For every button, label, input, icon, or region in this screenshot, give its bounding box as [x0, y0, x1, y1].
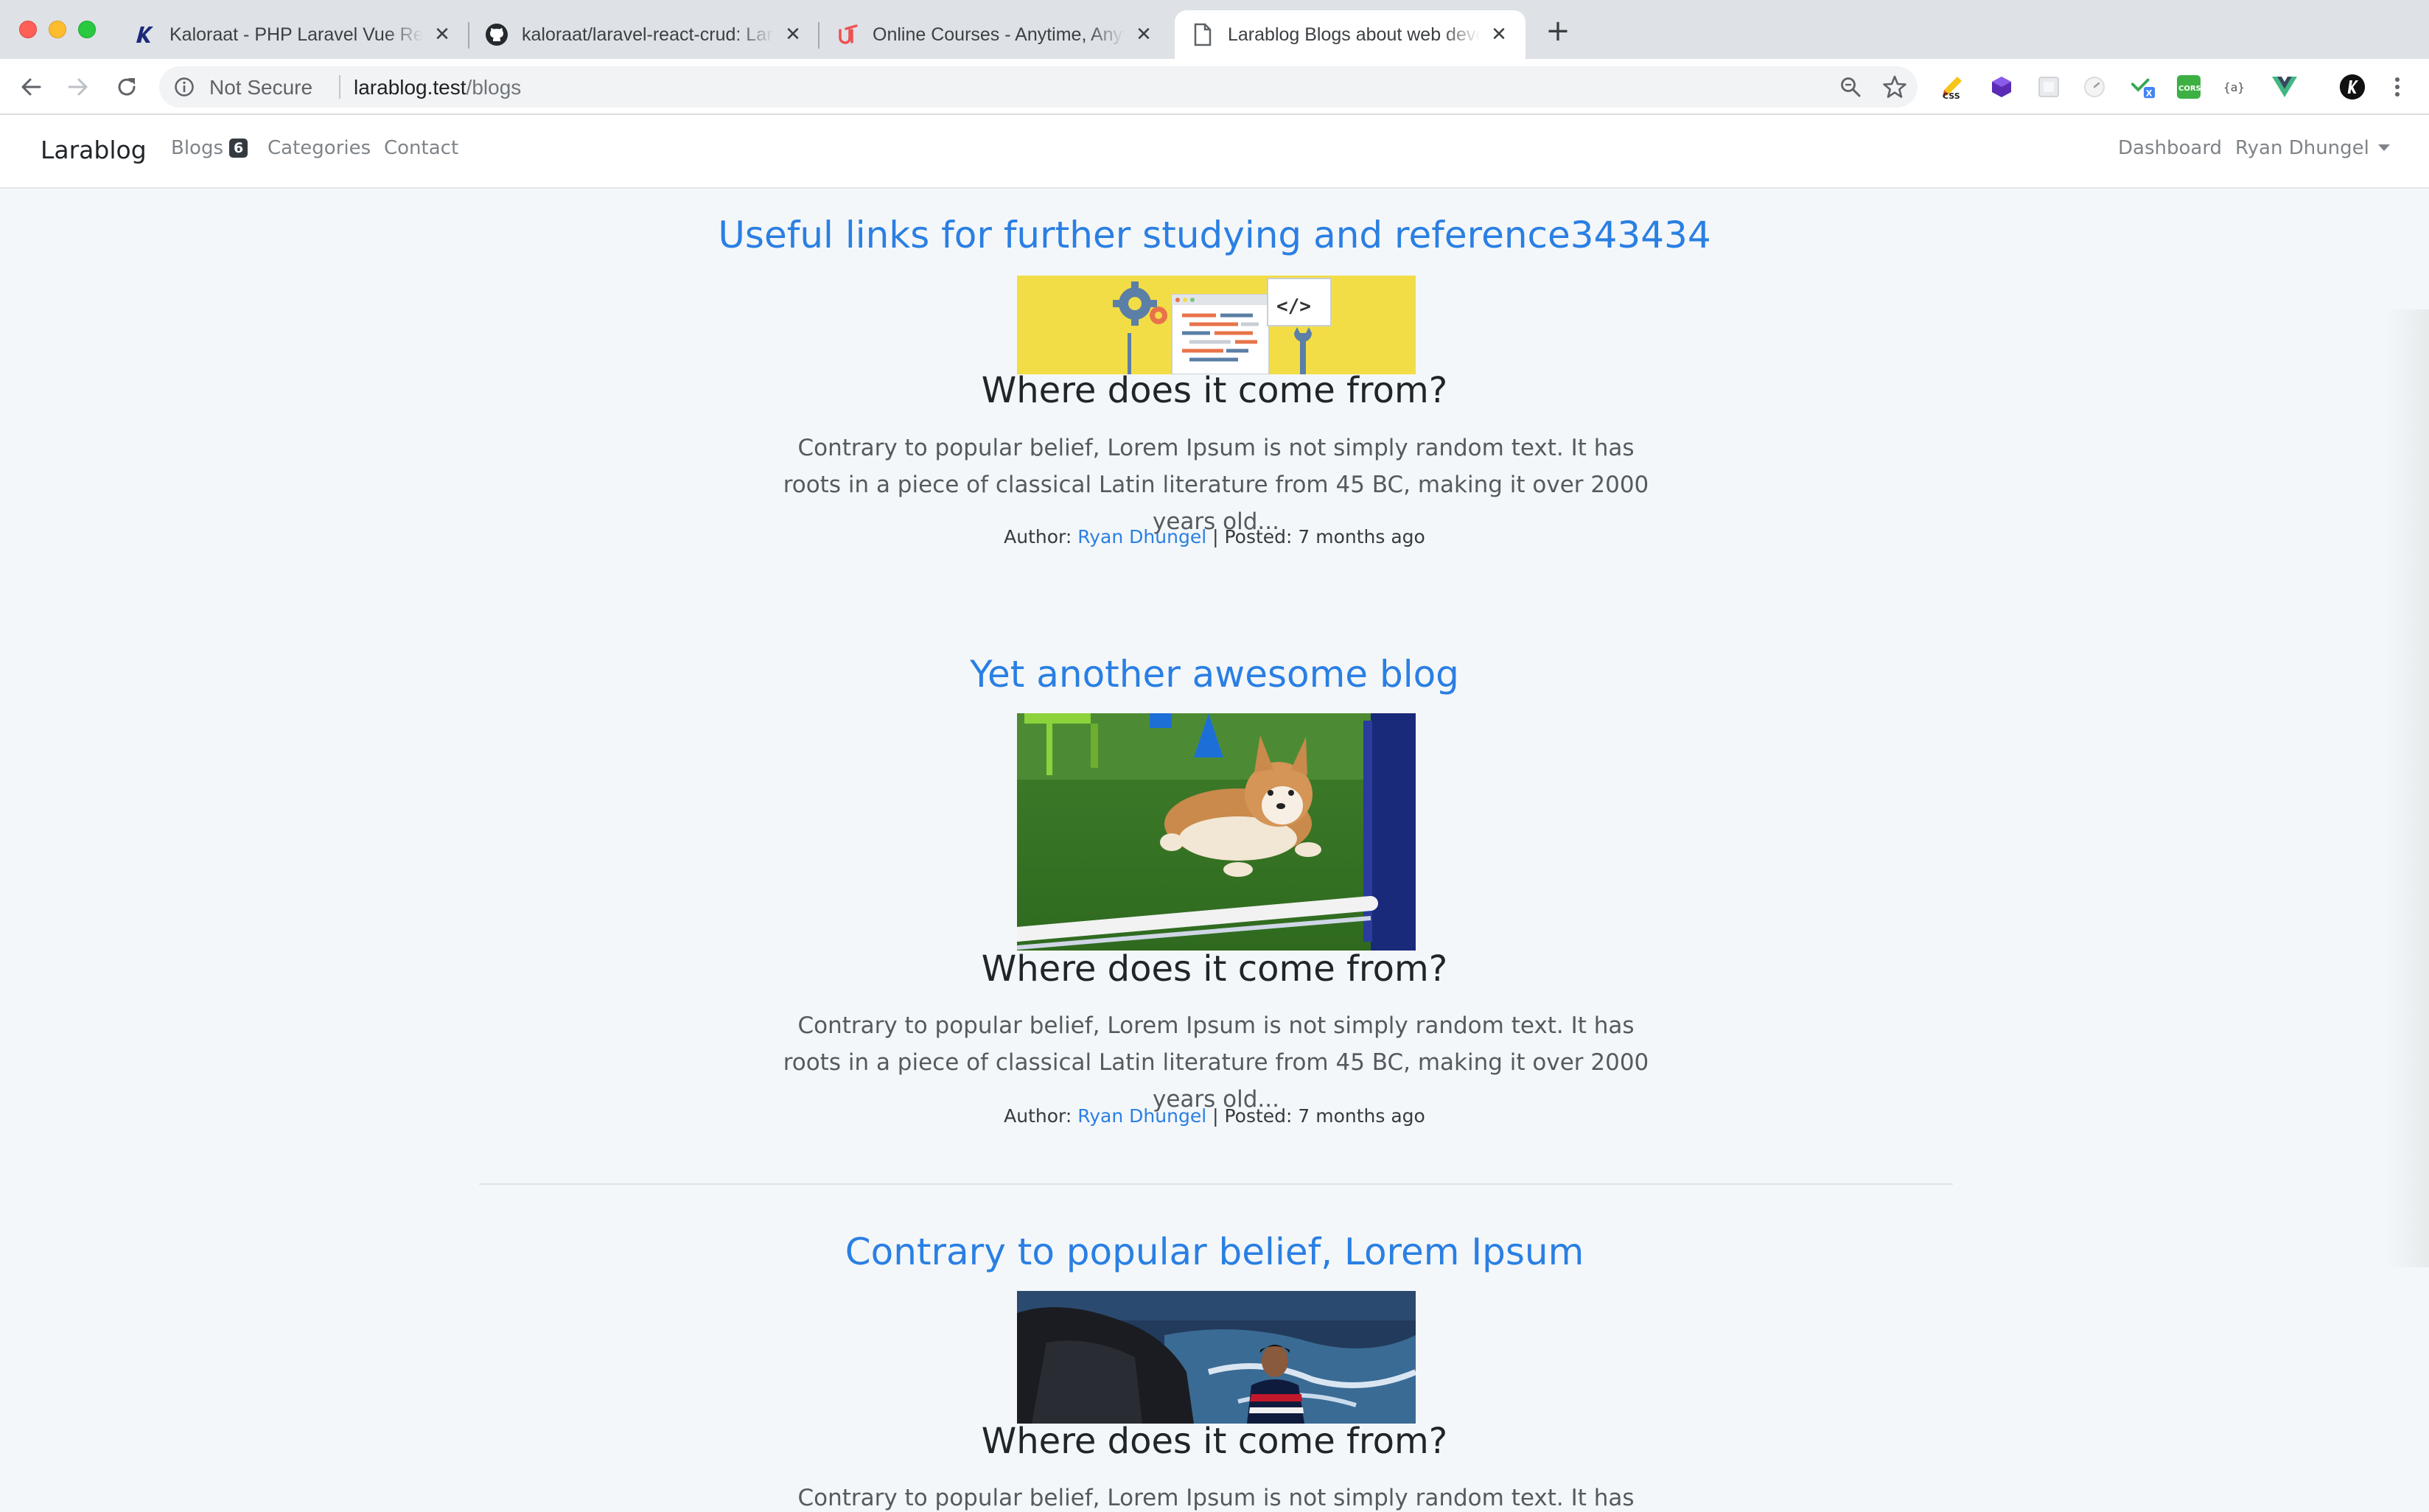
user-name: Ryan Dhungel — [2235, 137, 2369, 159]
nav-dashboard-link[interactable]: Dashboard — [2118, 137, 2222, 159]
nav-categories-link[interactable]: Categories — [268, 137, 371, 159]
svg-text:CSS: CSS — [1943, 91, 1960, 100]
browser-tab-udemy[interactable]: Online Courses - Anytime, Anywhere ✕ — [819, 10, 1170, 59]
nav-blogs-label: Blogs — [171, 137, 224, 159]
corgi-jumping-photo-icon — [1017, 713, 1416, 951]
address-bar[interactable]: Not Secure larablog.test/blogs — [159, 66, 1918, 108]
tab-title: kaloraat/laravel-react-crud: Laravel — [522, 24, 774, 45]
post-image-coding-tools[interactable]: </> — [1017, 276, 1416, 374]
post-title-link[interactable]: Contrary to popular belief, Lorem Ipsum — [0, 1231, 2429, 1273]
url-text[interactable]: larablog.test/blogs — [354, 76, 521, 99]
author-link[interactable]: Ryan Dhungel — [1077, 526, 1206, 547]
page-icon — [1191, 23, 1214, 46]
translate-icon[interactable]: X — [2130, 74, 2156, 100]
browser-tab-github[interactable]: kaloraat/laravel-react-crud: Laravel ✕ — [469, 10, 819, 59]
browser-menu-icon[interactable] — [2386, 74, 2408, 100]
tab-title: Online Courses - Anytime, Anywhere — [873, 24, 1125, 45]
post-excerpt: Contrary to popular belief, Lorem Ipsum … — [797, 1485, 1635, 1511]
post-title-link[interactable]: Yet another awesome blog — [0, 653, 2429, 696]
forward-button[interactable] — [63, 72, 93, 102]
post-subtitle: Where does it come from? — [981, 1421, 1448, 1462]
close-tab-icon[interactable]: ✕ — [783, 24, 803, 46]
kaloraat-avatar-icon[interactable] — [2339, 74, 2366, 100]
scroll-shadow — [2385, 309, 2429, 1267]
browser-tab-larablog[interactable]: Larablog Blogs about web development ✕ — [1175, 10, 1525, 59]
security-label: Not Secure — [209, 76, 313, 99]
author-label: Author: — [1004, 1105, 1072, 1127]
post-meta: Author: Ryan Dhungel | Posted: 7 months … — [0, 1105, 2429, 1127]
nav-blogs-link[interactable]: Blogs 6 — [171, 137, 248, 159]
close-window-button[interactable] — [19, 21, 37, 38]
purple-cube-icon[interactable] — [1988, 74, 2015, 100]
json-formatter-icon[interactable]: {a} — [2223, 74, 2249, 100]
close-tab-icon[interactable]: ✕ — [1133, 24, 1154, 46]
author-label: Author: — [1004, 526, 1072, 547]
url-path: /blogs — [466, 76, 522, 99]
post-subtitle: Where does it come from? — [981, 370, 1448, 411]
user-dropdown[interactable]: Ryan Dhungel — [2235, 137, 2390, 159]
tab-title: Kaloraat - PHP Laravel Vue React — [169, 24, 423, 45]
bookmark-star-icon[interactable] — [1882, 74, 1907, 99]
url-host: larablog.test — [354, 76, 466, 99]
vue-devtools-icon[interactable] — [2271, 74, 2298, 100]
svg-text:X: X — [2146, 88, 2153, 98]
reload-button[interactable] — [112, 72, 141, 102]
post-image-corgi[interactable] — [1017, 713, 1416, 951]
nav-contact-link[interactable]: Contact — [384, 137, 458, 159]
clock-icon[interactable] — [2081, 74, 2108, 100]
maximize-window-button[interactable] — [78, 21, 96, 38]
css-peeper-icon[interactable]: CSS — [1940, 74, 1966, 100]
coding-tools-illustration-icon: </> — [1113, 278, 1332, 374]
browser-toolbar: Not Secure larablog.test/blogs CSS X COR… — [0, 59, 2429, 115]
arrow-left-icon — [21, 78, 41, 96]
browser-tab-strip: Kaloraat - PHP Laravel Vue React ✕ kalor… — [0, 0, 2429, 59]
blogs-count-badge: 6 — [229, 139, 248, 158]
post-excerpt: Contrary to popular belief, Lorem Ipsum … — [783, 1012, 1649, 1113]
posted-date: | Posted: 7 months ago — [1212, 1105, 1425, 1127]
author-link[interactable]: Ryan Dhungel — [1077, 1105, 1206, 1127]
info-icon[interactable] — [174, 77, 195, 97]
site-brand[interactable]: Larablog — [41, 136, 147, 164]
back-button[interactable] — [16, 72, 46, 102]
post-subtitle: Where does it come from? — [981, 948, 1448, 990]
svg-text:</>: </> — [1276, 295, 1311, 318]
post-meta: Author: Ryan Dhungel | Posted: 7 months … — [0, 526, 2429, 547]
new-tab-button[interactable]: + — [1545, 14, 1571, 48]
udemy-icon — [836, 23, 859, 46]
post-image-man-by-sea[interactable] — [1017, 1291, 1416, 1424]
man-by-sea-photo-icon — [1017, 1291, 1416, 1424]
kaloraat-k-icon — [133, 23, 156, 46]
svg-text:CORS: CORS — [2178, 85, 2201, 93]
post-excerpt: Contrary to popular belief, Lorem Ipsum … — [783, 435, 1649, 535]
caret-down-icon — [2377, 144, 2390, 151]
post-title-link[interactable]: Useful links for further studying and re… — [0, 214, 2429, 256]
github-icon — [485, 23, 508, 46]
tab-title: Larablog Blogs about web development — [1228, 24, 1480, 45]
svg-text:{a}: {a} — [2223, 80, 2245, 94]
grey-square-icon[interactable] — [2035, 74, 2062, 100]
arrow-right-icon — [68, 78, 88, 96]
zoom-icon[interactable] — [1839, 76, 1862, 98]
site-navbar: Larablog Blogs 6 Categories Contact Dashb… — [0, 115, 2429, 189]
close-tab-icon[interactable]: ✕ — [432, 24, 452, 46]
cors-icon[interactable]: CORS — [2175, 74, 2202, 100]
close-tab-icon[interactable]: ✕ — [1489, 24, 1509, 46]
post-divider — [479, 1183, 1953, 1185]
minimize-window-button[interactable] — [49, 21, 66, 38]
posted-date: | Posted: 7 months ago — [1212, 526, 1425, 547]
url-separator — [339, 75, 340, 99]
browser-tab-kaloraat[interactable]: Kaloraat - PHP Laravel Vue React ✕ — [116, 10, 469, 59]
reload-icon — [118, 78, 136, 96]
